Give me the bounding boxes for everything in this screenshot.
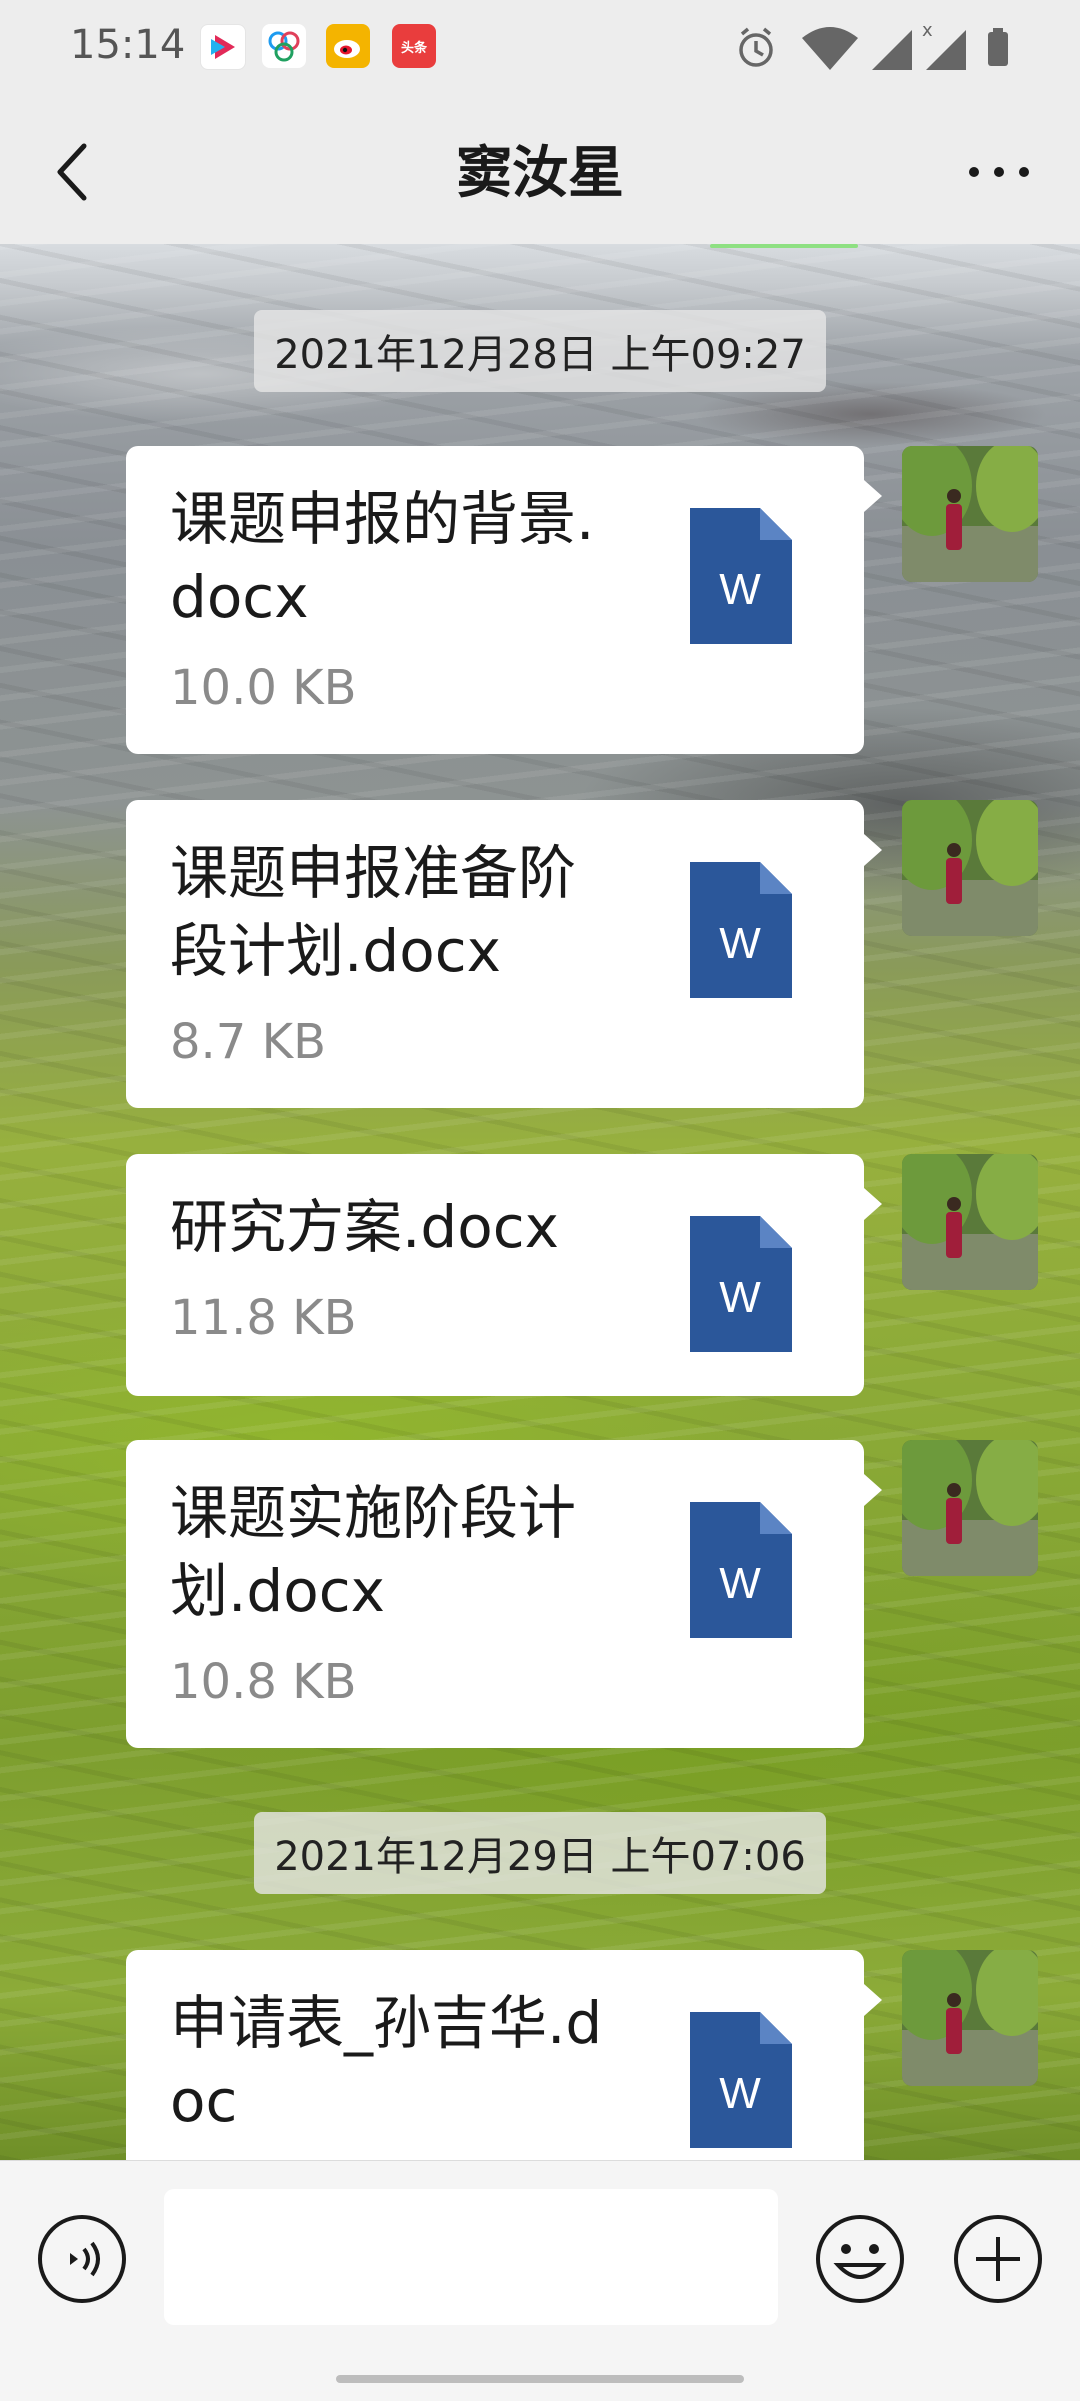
file-message[interactable]: 课题申报的背景.docx 10.0 KB W [126,446,882,754]
alarm-icon [734,20,778,76]
timestamp-divider: 2021年12月28日 上午09:27 [0,310,1080,392]
file-name: 课题申报准备阶段计划.docx [170,839,577,985]
avatar[interactable] [902,800,1038,936]
file-message[interactable]: 研究方案.docx 11.8 KB W [126,1154,882,1396]
file-size: 11.8 KB [170,1290,357,1346]
chat-header: 窦汝星 [0,96,1080,244]
word-doc-icon: W [690,1216,792,1352]
svg-text:W: W [719,2069,761,2118]
avatar[interactable] [902,446,1038,582]
svg-text:W: W [719,1559,761,1608]
timestamp-text: 2021年12月28日 上午09:27 [254,310,826,392]
weibo-icon [326,24,370,68]
wifi-icon [800,20,860,76]
file-size: 10.0 KB [170,660,357,716]
file-name: 课题实施阶段计划.docx [170,1479,577,1625]
svg-text:x: x [922,20,933,41]
avatar[interactable] [902,1950,1038,2086]
scroll-indicator [710,244,858,248]
message-input-bar [0,2160,1080,2401]
timestamp-divider: 2021年12月29日 上午07:06 [0,1812,1080,1894]
signal-no-sim-icon: x [922,20,970,76]
file-size: 10.8 KB [170,1654,357,1710]
avatar[interactable] [902,1440,1038,1576]
file-message[interactable]: 课题申报准备阶段计划.docx 8.7 KB W [126,800,882,1108]
timestamp-text: 2021年12月29日 上午07:06 [254,1812,826,1894]
toutiao-icon: 头条 [392,24,436,68]
toutiao-label: 头条 [400,40,427,56]
more-dots-icon[interactable] [954,132,1044,212]
word-doc-icon: W [690,1502,792,1638]
chat-message-list[interactable]: 2021年12月28日 上午09:27 课题申报的背景.docx 10.0 KB… [0,244,1080,2160]
file-message[interactable]: 申请表_孙吉华.doc W [126,1950,882,2160]
youku-icon [200,24,246,70]
status-bar: 15:14 头条 x [0,0,1080,96]
file-name: 课题申报的背景.docx [170,485,595,631]
word-doc-icon: W [690,508,792,644]
file-name: 申请表_孙吉华.doc [170,1989,603,2135]
svg-text:W: W [719,565,761,614]
voice-icon[interactable] [36,2213,128,2305]
file-message[interactable]: 课题实施阶段计划.docx 10.8 KB W [126,1440,882,1748]
qq-app-icon [262,24,306,68]
signal-icon [868,20,916,76]
status-time: 15:14 [70,22,186,68]
message-input[interactable] [164,2189,778,2325]
chat-title: 窦汝星 [456,141,624,206]
plus-circle-icon[interactable] [952,2213,1044,2305]
home-indicator[interactable] [336,2375,744,2383]
file-name: 研究方案.docx [170,1193,559,1261]
avatar[interactable] [902,1154,1038,1290]
battery-icon [984,20,1012,76]
svg-text:W: W [719,919,761,968]
emoji-icon[interactable] [814,2213,906,2305]
word-doc-icon: W [690,862,792,998]
file-size: 8.7 KB [170,1014,326,1070]
svg-text:W: W [719,1273,761,1322]
word-doc-icon: W [690,2012,792,2148]
